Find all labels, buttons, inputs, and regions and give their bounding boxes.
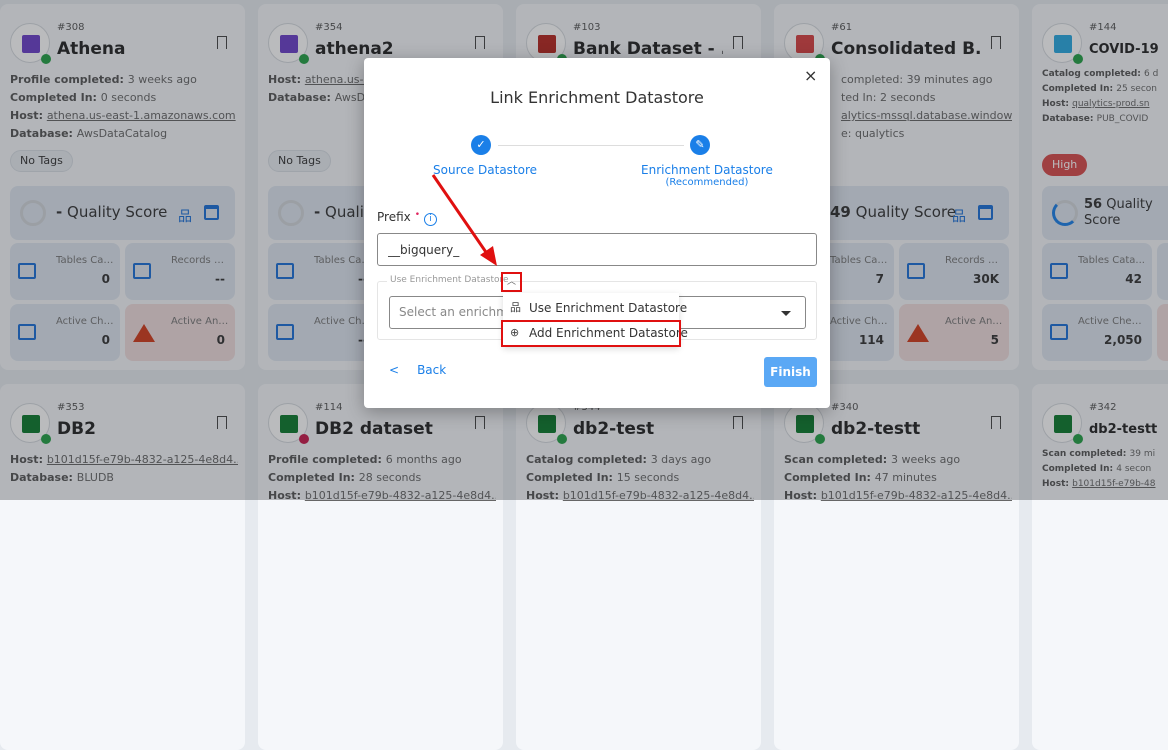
arrow-shaft (431, 174, 492, 259)
annotation-arrow (431, 174, 497, 266)
